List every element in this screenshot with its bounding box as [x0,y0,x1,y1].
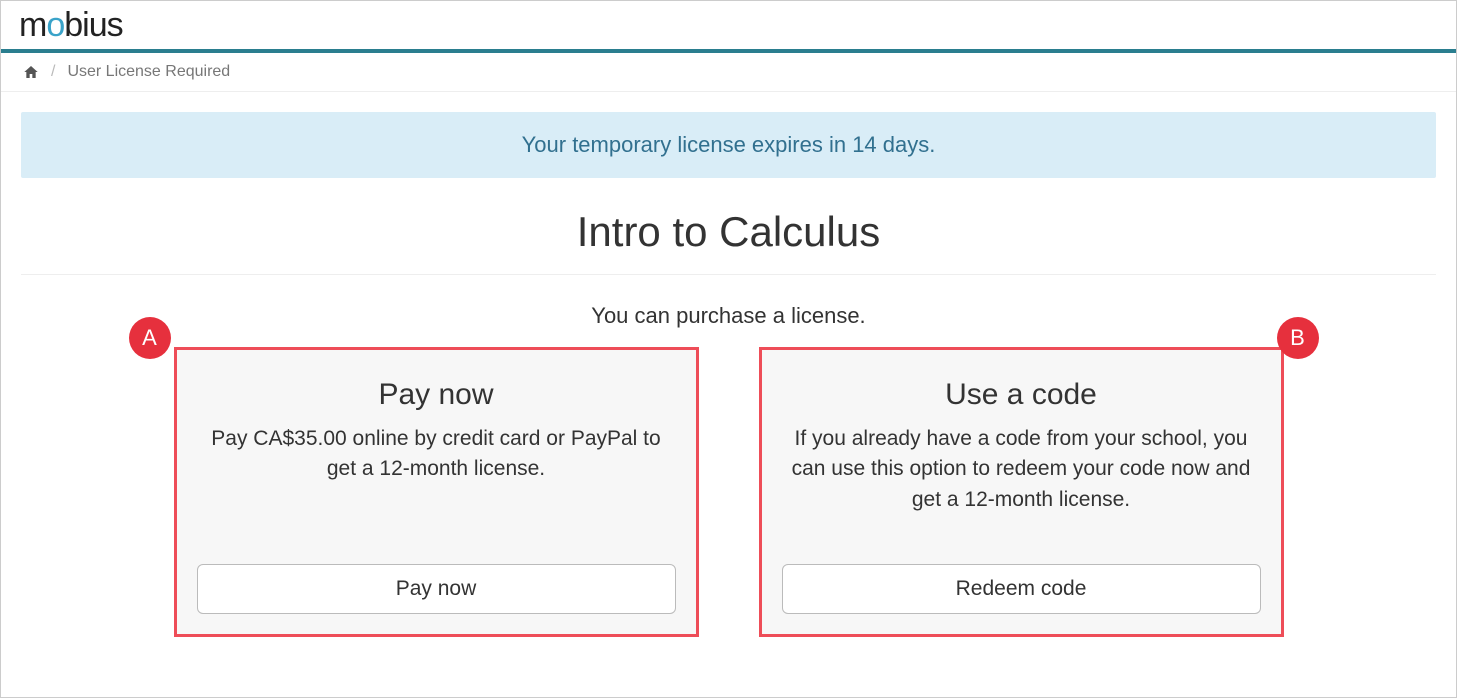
breadcrumb-current: User License Required [67,63,230,81]
breadcrumb-separator: / [51,63,55,81]
logo-o: o [46,6,64,45]
course-subtitle: You can purchase a license. [21,303,1436,329]
course-title: Intro to Calculus [21,208,1436,256]
code-card-wrapper: B Use a code If you already have a code … [759,347,1284,637]
code-card-title: Use a code [782,378,1261,412]
annotation-marker-b: B [1277,317,1319,359]
cards-container: A Pay now Pay CA$35.00 online by credit … [21,347,1436,637]
use-code-card: Use a code If you already have a code fr… [759,347,1284,637]
pay-now-card: Pay now Pay CA$35.00 online by credit ca… [174,347,699,637]
code-card-description: If you already have a code from your sch… [782,424,1261,515]
header: mobius [1,1,1456,53]
pay-card-description: Pay CA$35.00 online by credit card or Pa… [197,424,676,485]
pay-card-title: Pay now [197,378,676,412]
content: Your temporary license expires in 14 day… [1,92,1456,657]
home-icon[interactable] [23,63,39,81]
redeem-code-button[interactable]: Redeem code [782,564,1261,614]
pay-card-wrapper: A Pay now Pay CA$35.00 online by credit … [174,347,699,637]
logo-m: m [19,6,46,45]
logo: mobius [19,6,123,45]
separator [21,274,1436,275]
annotation-marker-a: A [129,317,171,359]
license-alert: Your temporary license expires in 14 day… [21,112,1436,178]
breadcrumb: / User License Required [1,53,1456,92]
logo-rest: bius [64,6,122,45]
pay-now-button[interactable]: Pay now [197,564,676,614]
